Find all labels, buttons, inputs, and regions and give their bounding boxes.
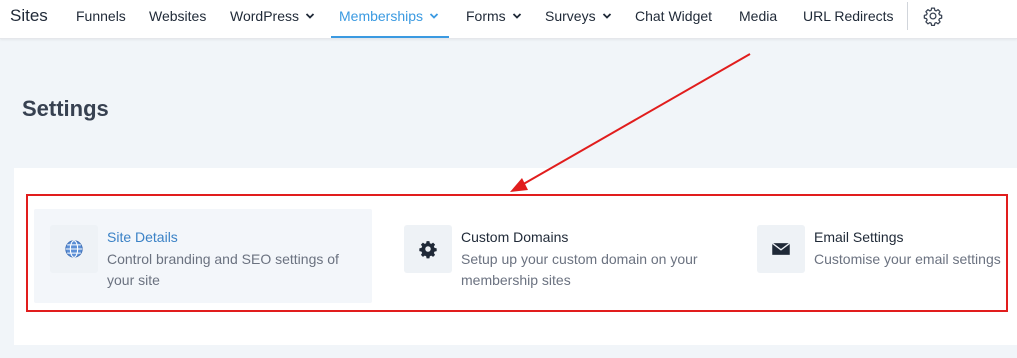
nav-item-memberships[interactable]: Memberships (330, 8, 450, 38)
nav-item-surveys[interactable]: Surveys (545, 8, 612, 24)
nav-item-label: Websites (149, 8, 207, 24)
chevron-down-icon (602, 13, 611, 19)
page-title: Settings (22, 96, 109, 121)
annotation-highlight-box (26, 194, 1008, 312)
brand-title: Sites (10, 6, 48, 25)
chevron-down-icon (305, 13, 315, 19)
nav-item-media[interactable]: Media (739, 8, 777, 24)
gear-icon[interactable] (923, 6, 943, 26)
nav-item-chat-widget[interactable]: Chat Widget (635, 8, 712, 24)
nav-item-url-redirects[interactable]: URL Redirects (803, 8, 894, 24)
nav-item-label: Surveys (545, 8, 596, 24)
top-navigation-bar: Sites Funnels Websites WordPress Members… (0, 0, 1017, 39)
nav-item-wordpress[interactable]: WordPress (230, 8, 315, 24)
nav-item-funnels[interactable]: Funnels (76, 8, 126, 24)
nav-divider (907, 2, 908, 30)
nav-item-label: Funnels (76, 8, 126, 24)
nav-item-label: WordPress (230, 8, 299, 24)
nav-item-label: Chat Widget (635, 8, 713, 24)
chevron-down-icon (429, 13, 439, 19)
chevron-down-icon (512, 13, 521, 19)
nav-item-label: Forms (466, 8, 506, 24)
nav-item-label: Memberships (339, 8, 424, 24)
nav-item-label: URL Redirects (803, 8, 894, 24)
nav-item-label: Media (739, 8, 778, 24)
nav-item-forms[interactable]: Forms (466, 8, 522, 24)
nav-item-websites[interactable]: Websites (149, 8, 206, 24)
